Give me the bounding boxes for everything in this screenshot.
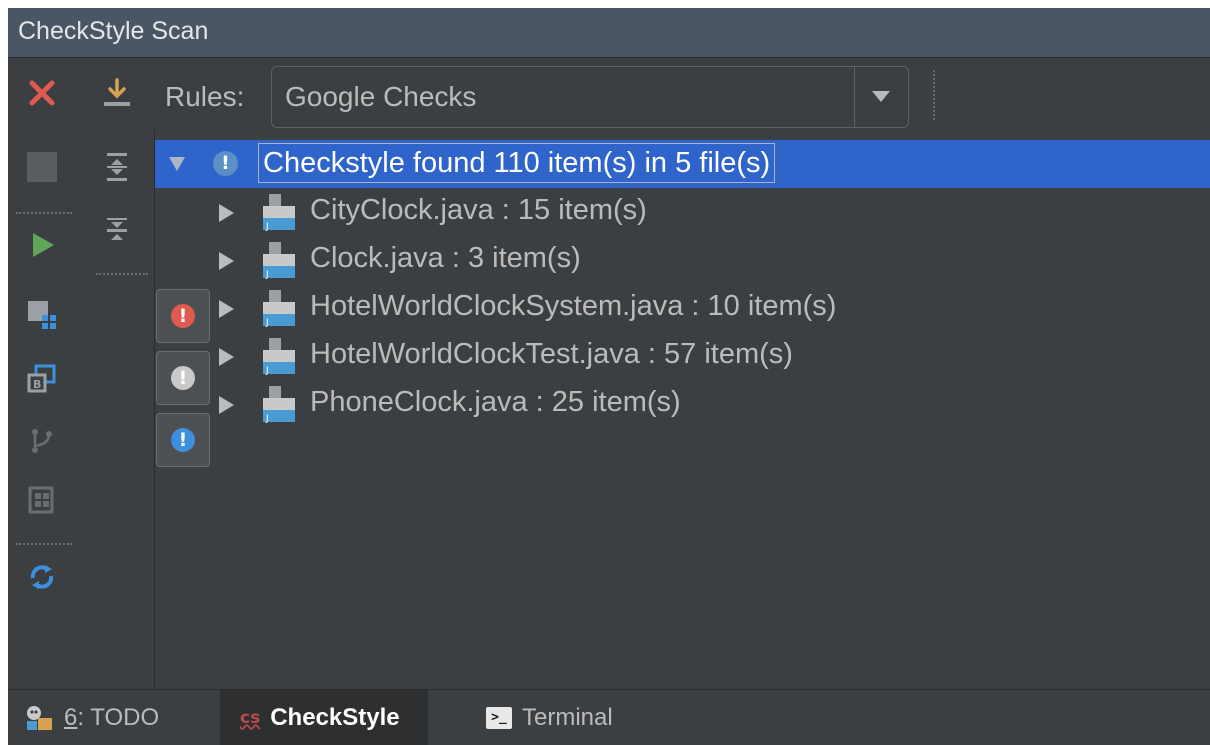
toolbar-grip [933,70,935,120]
tree-file-label: PhoneClock.java : 25 item(s) [310,386,681,418]
scan-modules-icon[interactable] [20,293,64,337]
svg-text:J: J [265,222,269,232]
expand-toggle-icon[interactable] [169,157,185,171]
vcs-changes-icon[interactable] [20,419,64,463]
expand-toggle-icon[interactable] [219,348,234,366]
expand-toggle-icon[interactable] [219,204,234,222]
chevron-down-icon[interactable] [872,91,890,102]
svg-text:J: J [265,366,269,376]
tree-file-row[interactable]: J Clock.java : 3 item(s) [155,236,1210,284]
left-toolbar: B [8,59,76,689]
todo-icon [24,704,54,732]
tab-terminal-label: Terminal [522,704,613,731]
tab-todo-number: 6 [64,704,78,731]
run-icon[interactable] [20,223,64,267]
expand-toggle-icon[interactable] [219,396,234,414]
left-toolbar-secondary: ! ! ! [76,59,210,689]
java-file-icon: J [263,386,295,424]
java-file-icon: J [263,338,295,376]
close-icon[interactable] [20,71,64,115]
collapse-all-icon[interactable] [95,209,139,253]
separator [16,212,72,214]
tree-file-row[interactable]: J PhoneClock.java : 25 item(s) [155,380,1210,428]
tab-todo[interactable]: 6: TODO [24,690,173,745]
tree-root-row[interactable]: ! Checkstyle found 110 item(s) in 5 file… [155,140,1210,188]
tree-file-label: HotelWorldClockSystem.java : 10 item(s) [310,290,837,322]
tab-terminal[interactable]: >_ Terminal [486,690,613,745]
tree-file-label: HotelWorldClockTest.java : 57 item(s) [310,338,793,370]
svg-text:J: J [265,414,269,424]
rules-dropdown[interactable]: Google Checks [271,66,909,128]
scan-current-file-icon[interactable] [20,479,64,523]
expand-toggle-icon[interactable] [219,300,234,318]
expand-all-icon[interactable] [95,145,139,189]
java-file-icon: J [263,242,295,280]
java-file-icon: J [263,194,295,232]
terminal-icon: >_ [486,707,512,729]
rules-label: Rules: [165,81,245,112]
panel-title: CheckStyle Scan [8,8,1210,58]
separator [96,273,148,275]
scan-project-icon[interactable]: B [20,357,64,401]
svg-text:J: J [265,270,269,280]
tab-todo-label: : TODO [77,704,160,731]
svg-text:J: J [265,318,269,328]
tree-file-row[interactable]: J HotelWorldClockSystem.java : 10 item(s… [155,284,1210,332]
import-icon[interactable] [95,71,139,115]
tab-checkstyle-label: CheckStyle [270,704,400,731]
tree-file-label: CityClock.java : 15 item(s) [310,194,647,226]
info-icon: ! [213,151,238,176]
tree-file-row[interactable]: J HotelWorldClockTest.java : 57 item(s) [155,332,1210,380]
checkstyle-tool-window: CheckStyle Scan B ! ! ! Rules: Google Ch… [8,8,1210,745]
results-tree[interactable]: ! Checkstyle found 110 item(s) in 5 file… [155,132,1210,689]
java-file-icon: J [263,290,295,328]
tree-file-label: Clock.java : 3 item(s) [310,242,581,274]
separator [16,543,72,545]
tree-root-label: Checkstyle found 110 item(s) in 5 file(s… [258,143,776,183]
expand-toggle-icon[interactable] [219,252,234,270]
rules-selected-value: Google Checks [285,81,477,112]
tool-window-bar: 6: TODO cs CheckStyle >_ Terminal [8,689,1210,745]
checkstyle-icon: cs [240,708,261,728]
svg-text:B: B [33,378,41,391]
tree-file-row[interactable]: J CityClock.java : 15 item(s) [155,188,1210,236]
reload-icon[interactable] [20,555,64,599]
tab-checkstyle[interactable]: cs CheckStyle [220,690,428,745]
stop-icon[interactable] [20,145,64,189]
